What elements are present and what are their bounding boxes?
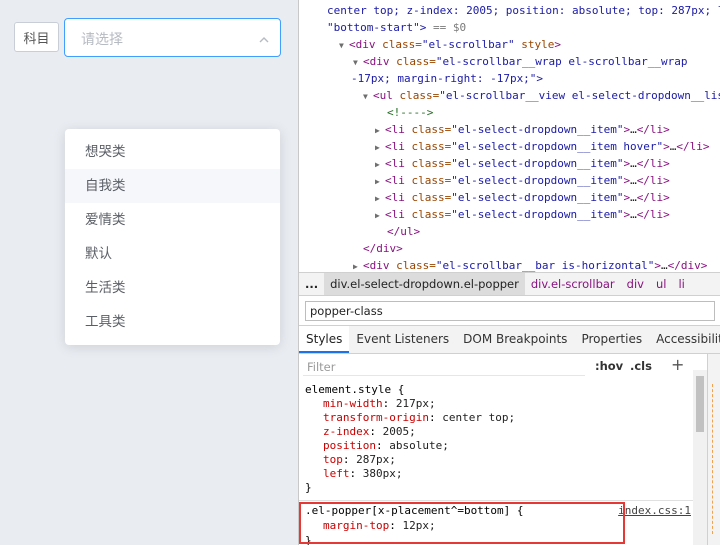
select-dropdown: 想哭类 自我类 爱情类 默认 生活类 工具类 (65, 129, 280, 345)
dropdown-option[interactable]: 爱情类 (65, 203, 280, 237)
style-property[interactable]: z-index: 2005; (323, 425, 416, 439)
tab-dom-breakpoints[interactable]: DOM Breakpoints (456, 326, 574, 353)
expand-right-icon[interactable]: ▶ (375, 207, 385, 224)
breadcrumb: ... div.el-select-dropdown.el-popper div… (299, 272, 720, 296)
expand-down-icon[interactable]: ▼ (363, 88, 373, 105)
dom-line-li[interactable]: ▶ <li class="el-select-dropdown__item">…<… (375, 172, 670, 189)
app-pane: 科目 请选择 想哭类 自我类 爱情类 默认 生活类 工具类 (0, 0, 298, 545)
dom-line-wrap-cont[interactable]: -17px; margin-right: -17px;"> (351, 70, 543, 87)
sidebar-tabs: Styles Event Listeners DOM Breakpoints P… (299, 326, 720, 354)
dom-line-li[interactable]: ▶ <li class="el-select-dropdown__item">…<… (375, 121, 670, 138)
dom-tree: center top; z-index: 2005; position: abs… (299, 0, 720, 272)
red-highlight-annotation (299, 502, 625, 544)
dom-search-bar (299, 296, 720, 326)
subject-label: 科目 (23, 31, 50, 47)
tab-accessibility[interactable]: Accessibility (649, 326, 720, 353)
expand-right-icon[interactable]: ▶ (375, 139, 385, 156)
dom-line-wrap[interactable]: ▼ <div class="el-scrollbar__wrap el-scrol… (353, 53, 688, 70)
plus-icon[interactable]: + (671, 355, 684, 374)
tab-styles[interactable]: Styles (299, 326, 350, 353)
dropdown-option[interactable]: 默认 (65, 237, 280, 271)
style-property[interactable]: left: 380px; (323, 467, 403, 481)
style-property[interactable]: min-width: 217px; (323, 397, 436, 411)
dom-search-input[interactable] (305, 301, 715, 321)
styles-filter-bar: Filter :hov .cls + (299, 354, 697, 380)
dropdown-option[interactable]: 想哭类 (65, 135, 280, 169)
breadcrumb-item[interactable]: li (672, 273, 690, 295)
breadcrumb-item-active[interactable]: div.el-select-dropdown.el-popper (324, 273, 525, 295)
chevron-up-icon (258, 31, 270, 50)
dom-line-ul[interactable]: ▼ <ul class="el-scrollbar__view el-select… (363, 87, 720, 104)
dropdown-option[interactable]: 生活类 (65, 271, 280, 305)
expand-down-icon[interactable]: ▼ (353, 54, 363, 71)
dom-line-scrollbar[interactable]: ▼ <div class="el-scrollbar" style> (339, 36, 561, 53)
expand-down-icon[interactable]: ▼ (339, 37, 349, 54)
popper-rule-source-link[interactable]: index.css:1 (618, 504, 691, 518)
expand-right-icon[interactable]: ▶ (375, 156, 385, 173)
computed-side-strip (707, 354, 720, 545)
cls-toggle[interactable]: .cls (630, 359, 652, 373)
dom-line-li[interactable]: ▶ <li class="el-select-dropdown__item">…<… (375, 189, 670, 206)
dom-line-bar[interactable]: ▶ <div class="el-scrollbar__bar is-horizo… (353, 257, 707, 272)
expand-right-icon[interactable]: ▶ (375, 122, 385, 139)
tab-event-listeners[interactable]: Event Listeners (349, 326, 456, 353)
dom-line-li[interactable]: ▶ <li class="el-select-dropdown__item">…<… (375, 206, 670, 223)
rule-divider (299, 500, 693, 501)
expand-right-icon[interactable]: ▶ (375, 173, 385, 190)
box-model-edge (712, 384, 718, 534)
tab-properties[interactable]: Properties (574, 326, 649, 353)
breadcrumb-item[interactable]: div.el-scrollbar (525, 273, 621, 295)
dom-line-comment[interactable]: <!----> (387, 104, 433, 121)
select-placeholder: 请选择 (81, 32, 123, 48)
dom-line-li[interactable]: ▶ <li class="el-select-dropdown__item hov… (375, 138, 710, 155)
breadcrumb-more[interactable]: ... (299, 273, 324, 295)
devtools-pane: center top; z-index: 2005; position: abs… (298, 0, 720, 545)
subject-label-button[interactable]: 科目 (14, 22, 59, 52)
rule-close-brace: } (305, 481, 312, 494)
scrollbar-thumb[interactable] (696, 376, 704, 432)
style-property[interactable]: transform-origin: center top; (323, 411, 515, 425)
dropdown-option[interactable]: 工具类 (65, 305, 280, 339)
styles-scrollbar[interactable] (693, 370, 707, 545)
hov-toggle[interactable]: :hov (595, 359, 623, 373)
expand-right-icon[interactable]: ▶ (375, 190, 385, 207)
dom-line[interactable]: center top; z-index: 2005; position: abs… (327, 2, 720, 19)
dom-line-div-close[interactable]: </div> (363, 240, 403, 257)
element-style-selector[interactable]: element.style { (305, 383, 404, 397)
style-property[interactable]: top: 287px; (323, 453, 396, 467)
breadcrumb-item[interactable]: ul (650, 273, 672, 295)
expand-right-icon[interactable]: ▶ (353, 258, 363, 272)
breadcrumb-item[interactable]: div (621, 273, 650, 295)
subject-select[interactable]: 请选择 (64, 18, 281, 57)
style-property[interactable]: position: absolute; (323, 439, 449, 453)
dom-line-li[interactable]: ▶ <li class="el-select-dropdown__item">…<… (375, 155, 670, 172)
dom-line-selected[interactable]: "bottom-start"> == $0 (327, 19, 466, 36)
dropdown-option-hovered[interactable]: 自我类 (65, 169, 280, 203)
dom-line-ul-close[interactable]: </ul> (387, 223, 420, 240)
styles-filter-input[interactable]: Filter (303, 358, 585, 376)
